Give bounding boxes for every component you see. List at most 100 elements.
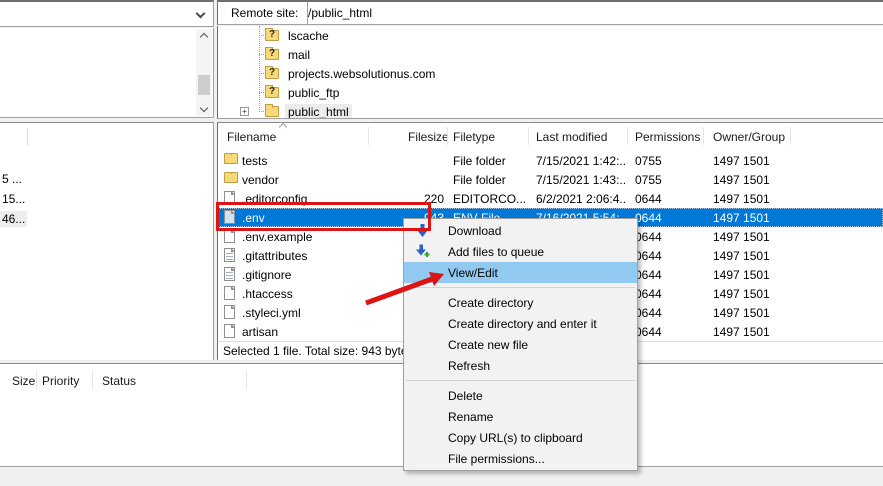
list-item[interactable]: 5 ...	[0, 171, 22, 187]
column-separator[interactable]	[790, 127, 791, 145]
local-file-list[interactable]: 5 ... 15... 46...	[0, 122, 214, 360]
chevron-down-icon[interactable]	[196, 9, 206, 19]
cell-filename: artisan	[242, 325, 278, 339]
queue-column-status[interactable]: Status	[102, 374, 136, 388]
cell-filetype: File folder	[453, 173, 529, 187]
cell-ownergroup: 1497 1501	[713, 211, 803, 225]
queue-column-size[interactable]: Size	[12, 374, 35, 388]
cell-filename: .gitattributes	[242, 249, 307, 263]
cell-ownergroup: 1497 1501	[713, 306, 803, 320]
remote-site-label: Remote site:	[222, 2, 308, 24]
tree-item-projects-websolutionus-com[interactable]: ? projects.websolutionus.com	[218, 64, 883, 83]
column-header-filename[interactable]: Filename	[227, 130, 276, 144]
unknown-folder-icon: ?	[265, 30, 279, 41]
column-separator[interactable]	[447, 127, 448, 145]
column-separator[interactable]	[368, 127, 369, 145]
remote-site-path[interactable]: /public_html	[308, 2, 372, 24]
tree-item-mail[interactable]: ? mail	[218, 45, 883, 64]
column-header-ownergroup[interactable]: Owner/Group	[713, 130, 785, 144]
file-icon	[224, 191, 235, 205]
file-text-icon	[224, 267, 235, 281]
menu-item-label: Copy URL(s) to clipboard	[448, 431, 583, 445]
menu-item-label: Rename	[448, 410, 493, 424]
menu-item-download[interactable]: Download	[404, 220, 637, 241]
menu-item-add-files-to-queue[interactable]: Add files to queue	[404, 241, 637, 262]
tree-item-label: mail	[285, 47, 313, 63]
tree-item-lscache[interactable]: ? lscache	[218, 26, 883, 45]
cell-ownergroup: 1497 1501	[713, 325, 803, 339]
scrollbar-thumb[interactable]	[198, 75, 210, 95]
cell-ownergroup: 1497 1501	[713, 287, 803, 301]
column-header-lastmodified[interactable]: Last modified	[536, 130, 607, 144]
menu-item-label: Create directory and enter it	[448, 317, 597, 331]
list-item[interactable]: 46...	[0, 211, 27, 227]
local-site-tree[interactable]	[0, 28, 214, 118]
column-header-filetype[interactable]: Filetype	[453, 130, 495, 144]
cell-permissions: 0644	[635, 230, 699, 244]
menu-item-label: View/Edit	[448, 266, 498, 280]
column-separator[interactable]	[92, 371, 93, 389]
expand-plus-icon[interactable]: +	[240, 107, 249, 116]
menu-item-view-edit[interactable]: View/Edit	[404, 262, 637, 283]
column-separator[interactable]	[27, 128, 28, 146]
file-text-icon	[224, 248, 235, 262]
cell-permissions: 0644	[635, 325, 699, 339]
tree-item-label: projects.websolutionus.com	[285, 66, 438, 82]
tree-item-label: public_html	[285, 104, 352, 120]
column-separator[interactable]	[36, 371, 37, 389]
menu-item-create-directory[interactable]: Create directory	[404, 292, 637, 313]
list-item[interactable]: 15...	[0, 191, 25, 207]
folder-icon	[224, 172, 238, 183]
menu-item-create-directory-and-enter-it[interactable]: Create directory and enter it	[404, 313, 637, 334]
column-header-permissions[interactable]: Permissions	[635, 130, 700, 144]
queue-column-priority[interactable]: Priority	[42, 374, 79, 388]
cell-ownergroup: 1497 1501	[713, 173, 803, 187]
column-separator[interactable]	[627, 127, 628, 145]
menu-item-create-new-file[interactable]: Create new file	[404, 334, 637, 355]
unknown-folder-icon: ?	[265, 87, 279, 98]
menu-item-delete[interactable]: Delete	[404, 385, 637, 406]
cell-filename: tests	[242, 154, 267, 168]
menu-item-label: Create directory	[448, 296, 533, 310]
menu-item-file-permissions-[interactable]: File permissions...	[404, 448, 637, 469]
file-icon	[224, 286, 235, 300]
menu-item-refresh[interactable]: Refresh	[404, 355, 637, 376]
menu-item-copy-url-s-to-clipboard[interactable]: Copy URL(s) to clipboard	[404, 427, 637, 448]
column-separator[interactable]	[246, 371, 247, 389]
table-row[interactable]: vendor File folder 7/15/2021 1:43:... 07…	[218, 170, 883, 189]
local-site-combobox[interactable]	[0, 0, 214, 27]
cell-lastmodified: 7/15/2021 1:43:...	[536, 173, 626, 187]
cell-ownergroup: 1497 1501	[713, 192, 803, 206]
cell-permissions: 0644	[635, 211, 699, 225]
cell-ownergroup: 1497 1501	[713, 249, 803, 263]
menu-item-label: Download	[448, 224, 501, 238]
column-header-filesize[interactable]: Filesize	[408, 130, 449, 144]
chevron-down-icon	[200, 104, 208, 112]
menu-item-label: Refresh	[448, 359, 490, 373]
menu-item-rename[interactable]: Rename	[404, 406, 637, 427]
menu-item-label: File permissions...	[448, 452, 545, 466]
scroll-up-button[interactable]	[196, 29, 212, 45]
cell-permissions: 0644	[635, 249, 699, 263]
cell-filename: vendor	[242, 173, 279, 187]
cell-permissions: 0644	[635, 287, 699, 301]
table-row[interactable]: tests File folder 7/15/2021 1:42:... 075…	[218, 151, 883, 170]
file-icon	[224, 324, 235, 338]
cell-filetype: File folder	[453, 154, 529, 168]
cell-filename: .env	[242, 211, 265, 225]
tree-item-public-ftp[interactable]: ? public_ftp	[218, 83, 883, 102]
cell-permissions: 0644	[635, 268, 699, 282]
menu-item-label: Delete	[448, 389, 483, 403]
file-icon	[224, 229, 235, 243]
tree-item-label: lscache	[285, 28, 332, 44]
add-to-queue-icon	[415, 244, 430, 259]
folder-icon	[265, 106, 279, 117]
tree-item-public-html[interactable]: public_html +	[218, 102, 883, 119]
vertical-scrollbar[interactable]	[196, 29, 212, 116]
remote-site-bar: Remote site: /public_html	[217, 0, 883, 25]
cell-filename: .styleci.yml	[242, 306, 301, 320]
column-separator[interactable]	[703, 127, 704, 145]
table-row[interactable]: .editorconfig 220 EDITORCO... 6/2/2021 2…	[218, 189, 883, 208]
scroll-down-button[interactable]	[196, 100, 212, 116]
column-separator[interactable]	[528, 127, 529, 145]
